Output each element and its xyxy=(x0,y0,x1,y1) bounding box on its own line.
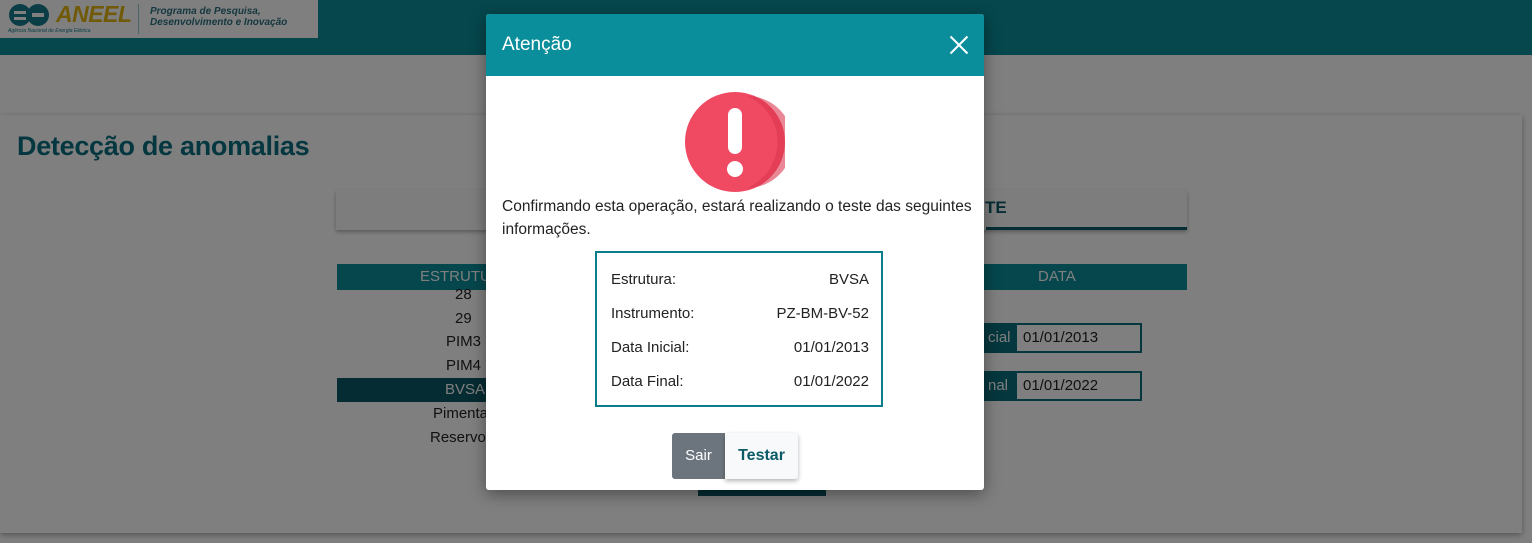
dialog-header: Atenção xyxy=(486,14,984,76)
detail-label: Data Final: xyxy=(611,373,684,390)
dialog-message: Confirmando esta operação, estará realiz… xyxy=(502,198,972,238)
detail-value: 01/01/2022 xyxy=(793,373,869,390)
detail-value: BVSA xyxy=(828,271,869,288)
test-details-box: Estrutura: BVSA Instrumento: PZ-BM-BV-52… xyxy=(595,251,883,407)
detail-value: 01/01/2013 xyxy=(793,339,869,356)
exit-button[interactable]: Sair xyxy=(672,433,725,479)
detail-row-data-inicial: Data Inicial: 01/01/2013 xyxy=(611,339,869,359)
test-button[interactable]: Testar xyxy=(725,433,798,479)
detail-label: Estrutura: xyxy=(611,271,677,288)
detail-label: Instrumento: xyxy=(611,305,695,322)
detail-row-instrumento: Instrumento: PZ-BM-BV-52 xyxy=(611,305,869,325)
detail-row-estrutura: Estrutura: BVSA xyxy=(611,271,869,291)
dialog-title: Atenção xyxy=(502,34,572,55)
detail-label: Data Inicial: xyxy=(611,339,690,356)
detail-row-data-final: Data Final: 01/01/2022 xyxy=(611,373,869,393)
close-icon[interactable] xyxy=(948,34,970,56)
confirmation-dialog: Atenção Confirmando esta operação, estar… xyxy=(486,14,984,490)
exclamation-circle-icon xyxy=(685,92,785,192)
detail-value: PZ-BM-BV-52 xyxy=(776,305,869,322)
